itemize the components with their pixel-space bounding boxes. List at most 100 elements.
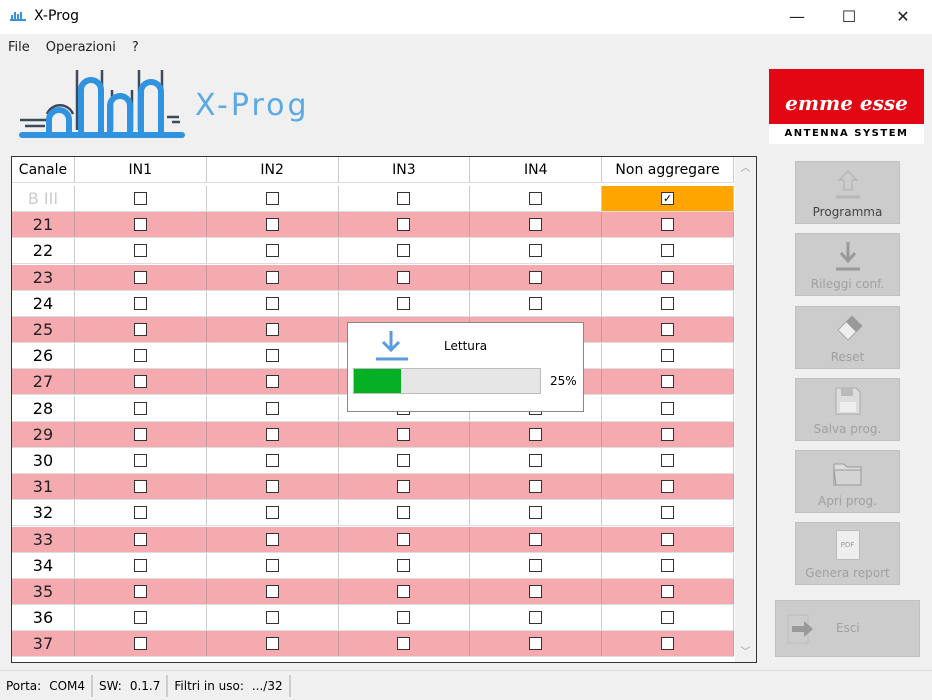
in3-checkbox[interactable] [397,454,411,467]
menu-operazioni[interactable]: Operazioni [38,36,124,60]
non-aggregare-checkbox[interactable] [661,454,675,467]
in4-checkbox[interactable] [529,244,543,258]
in3-checkbox[interactable] [397,558,411,572]
in2-checkbox[interactable] [265,218,279,232]
non-aggregare-checkbox[interactable] [661,611,675,625]
in3-checkbox[interactable] [397,480,411,494]
in1-checkbox[interactable] [133,532,147,546]
non-aggregare-checkbox[interactable]: ✓ [661,192,675,205]
in1-checkbox[interactable] [133,296,147,310]
non-aggregare-checkbox[interactable] [661,218,675,232]
in3-checkbox[interactable] [397,637,411,651]
in2-checkbox[interactable] [265,375,279,389]
in4-checkbox[interactable] [529,558,543,572]
in2-checkbox[interactable] [265,244,279,258]
in4-checkbox[interactable] [529,480,543,494]
non-aggregare-checkbox[interactable] [661,270,675,284]
in4-checkbox[interactable] [529,637,543,651]
in1-checkbox[interactable] [133,323,147,336]
in4-checkbox[interactable] [529,506,543,520]
non-aggregare-checkbox[interactable] [661,480,675,494]
status-sw: SW: 0.1.7 [93,674,169,697]
scroll-up-icon[interactable]: ︿ [735,159,756,176]
programma-button[interactable]: Programma [795,161,900,224]
in2-checkbox[interactable] [265,296,279,310]
non-aggregare-checkbox[interactable] [661,558,675,572]
non-aggregare-checkbox[interactable] [661,349,675,363]
in2-checkbox[interactable] [265,558,279,572]
in2-checkbox[interactable] [265,192,279,205]
in2-checkbox[interactable] [265,323,279,336]
in3-checkbox[interactable] [397,296,411,310]
in4-checkbox[interactable] [529,585,543,598]
in1-checkbox[interactable] [133,454,147,467]
in1-checkbox[interactable] [133,349,147,363]
in4-checkbox[interactable] [529,532,543,546]
in1-checkbox[interactable] [133,480,147,494]
in2-checkbox[interactable] [265,480,279,494]
non-aggregare-checkbox[interactable] [661,506,675,520]
in1-checkbox[interactable] [133,585,147,598]
esci-button[interactable]: Esci [775,600,920,657]
in2-checkbox[interactable] [265,349,279,363]
non-aggregare-checkbox[interactable] [661,585,675,598]
in3-checkbox[interactable] [397,611,411,625]
in2-checkbox[interactable] [265,401,279,415]
in3-checkbox[interactable] [397,270,411,284]
in2-checkbox[interactable] [265,270,279,284]
in4-checkbox[interactable] [529,270,543,284]
in3-checkbox[interactable] [397,532,411,546]
in1-checkbox[interactable] [133,506,147,520]
close-button[interactable]: ✕ [880,0,926,32]
in4-checkbox[interactable] [529,454,543,467]
in1-checkbox[interactable] [133,427,147,441]
in4-checkbox[interactable] [529,427,543,441]
in1-checkbox[interactable] [133,270,147,284]
vertical-scrollbar[interactable]: ︿ ﹀ [735,157,756,662]
genera-report-button[interactable]: PDF Genera report [795,522,900,585]
in4-checkbox[interactable] [529,296,543,310]
in2-checkbox[interactable] [265,585,279,598]
menu-help[interactable]: ? [124,36,147,60]
esci-label: Esci [836,621,860,635]
in1-checkbox[interactable] [133,244,147,258]
in3-checkbox[interactable] [397,192,411,205]
non-aggregare-checkbox[interactable] [661,296,675,310]
non-aggregare-checkbox[interactable] [661,244,675,258]
scroll-down-icon[interactable]: ﹀ [735,643,756,660]
in1-checkbox[interactable] [133,375,147,389]
in2-checkbox[interactable] [265,611,279,625]
in2-checkbox[interactable] [265,427,279,441]
non-aggregare-checkbox[interactable] [661,375,675,389]
rileggi-button[interactable]: Rileggi conf. [795,233,900,296]
non-aggregare-checkbox[interactable] [661,323,675,336]
in4-checkbox[interactable] [529,192,543,205]
in4-checkbox[interactable] [529,218,543,232]
reset-button[interactable]: Reset [795,306,900,369]
non-aggregare-checkbox[interactable] [661,532,675,546]
in3-checkbox[interactable] [397,506,411,520]
in1-checkbox[interactable] [133,637,147,651]
in2-checkbox[interactable] [265,637,279,651]
in2-checkbox[interactable] [265,532,279,546]
in3-checkbox[interactable] [397,585,411,598]
non-aggregare-checkbox[interactable] [661,427,675,441]
non-aggregare-checkbox[interactable] [661,637,675,651]
in1-checkbox[interactable] [133,558,147,572]
non-aggregare-checkbox[interactable] [661,401,675,415]
in1-checkbox[interactable] [133,401,147,415]
in3-checkbox[interactable] [397,244,411,258]
maximize-button[interactable]: ☐ [826,0,872,32]
apri-button[interactable]: Apri prog. [795,450,900,513]
in3-checkbox[interactable] [397,427,411,441]
in2-checkbox[interactable] [265,454,279,467]
in1-checkbox[interactable] [133,218,147,232]
in1-checkbox[interactable] [133,611,147,625]
in2-checkbox[interactable] [265,506,279,520]
in1-checkbox[interactable] [133,192,147,205]
menu-file[interactable]: File [0,36,38,60]
in3-checkbox[interactable] [397,218,411,232]
in4-checkbox[interactable] [529,611,543,625]
salva-button[interactable]: Salva prog. [795,378,900,441]
minimize-button[interactable]: — [774,0,820,32]
